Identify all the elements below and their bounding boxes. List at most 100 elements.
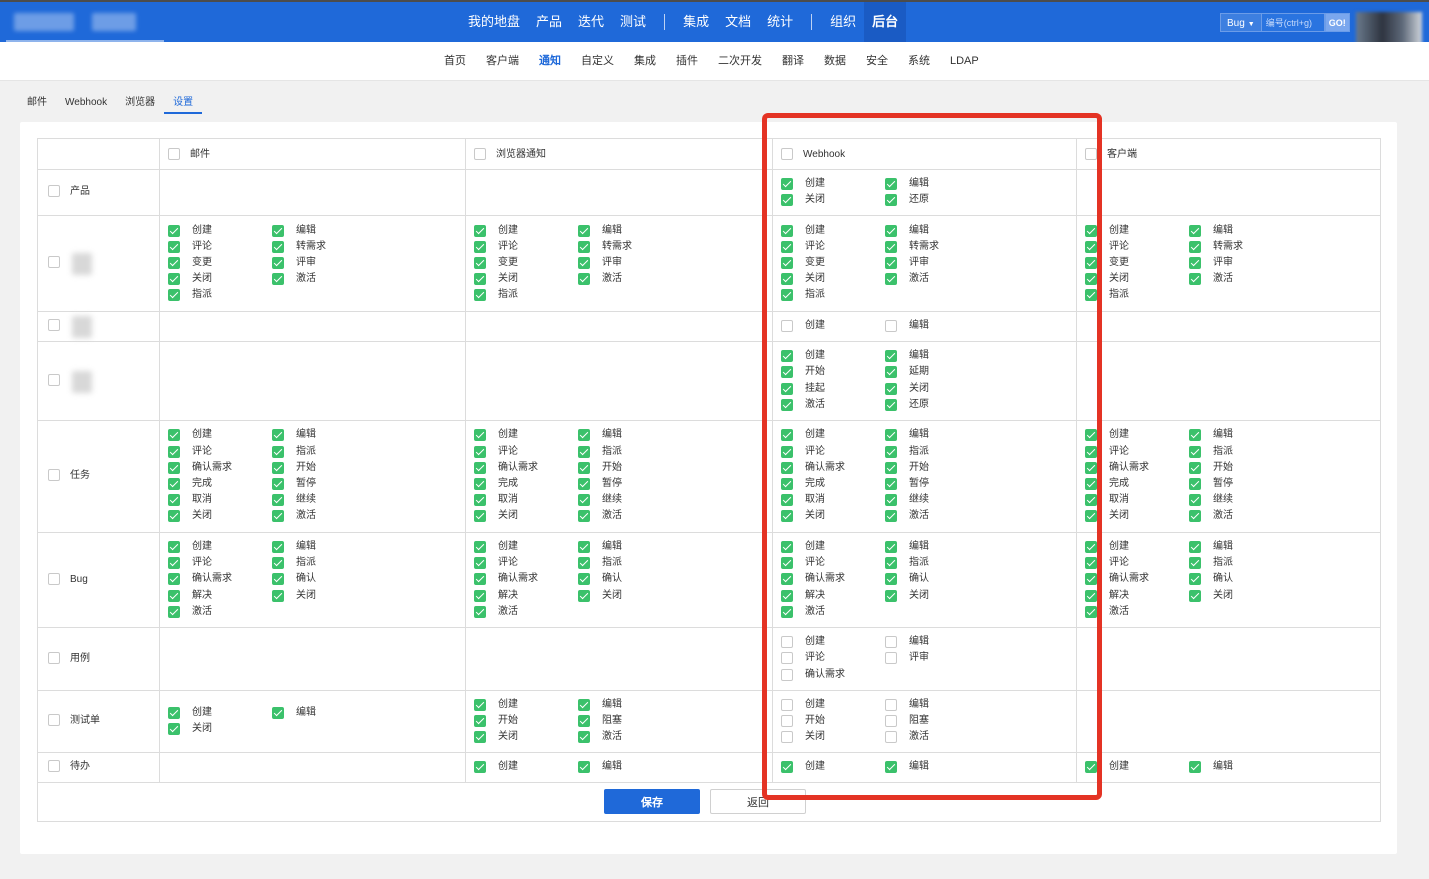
- subnav-item[interactable]: 集成: [624, 42, 666, 81]
- event-checkbox[interactable]: [168, 273, 180, 286]
- event-checkbox[interactable]: [474, 240, 486, 253]
- search-input[interactable]: [1260, 13, 1325, 32]
- event-checkbox[interactable]: [781, 194, 793, 206]
- event-checkbox[interactable]: [781, 461, 793, 474]
- event-checkbox[interactable]: [272, 494, 284, 507]
- event-checkbox[interactable]: [1189, 273, 1201, 286]
- event-checkbox[interactable]: [272, 510, 284, 523]
- event-checkbox[interactable]: [781, 398, 793, 411]
- event-checkbox[interactable]: [168, 494, 180, 507]
- event-checkbox[interactable]: [578, 731, 590, 744]
- event-checkbox[interactable]: [885, 224, 897, 237]
- company-logo[interactable]: [6, 4, 164, 42]
- event-checkbox[interactable]: [474, 224, 486, 237]
- event-checkbox[interactable]: [885, 194, 897, 206]
- event-checkbox[interactable]: [885, 760, 897, 773]
- event-checkbox[interactable]: [1189, 224, 1201, 237]
- event-checkbox[interactable]: [885, 714, 897, 727]
- event-checkbox[interactable]: [272, 256, 284, 269]
- event-checkbox[interactable]: [168, 605, 180, 618]
- event-checkbox[interactable]: [168, 429, 180, 442]
- event-checkbox[interactable]: [781, 668, 793, 681]
- event-checkbox[interactable]: [781, 289, 793, 302]
- row-select-all-checkbox[interactable]: [48, 185, 60, 197]
- event-checkbox[interactable]: [168, 706, 180, 719]
- event-checkbox[interactable]: [1189, 541, 1201, 553]
- event-checkbox[interactable]: [1189, 461, 1201, 474]
- event-checkbox[interactable]: [781, 177, 793, 190]
- event-checkbox[interactable]: [578, 760, 590, 773]
- event-checkbox[interactable]: [272, 429, 284, 442]
- event-checkbox[interactable]: [885, 350, 897, 363]
- event-checkbox[interactable]: [781, 494, 793, 507]
- event-checkbox[interactable]: [272, 557, 284, 570]
- save-button[interactable]: 保存: [604, 789, 700, 814]
- nav-item[interactable]: 统计: [759, 2, 801, 42]
- row-select-all-checkbox[interactable]: [48, 256, 60, 268]
- event-checkbox[interactable]: [272, 589, 284, 602]
- event-checkbox[interactable]: [781, 760, 793, 773]
- event-checkbox[interactable]: [1085, 256, 1097, 269]
- event-checkbox[interactable]: [1189, 557, 1201, 570]
- event-checkbox[interactable]: [885, 398, 897, 411]
- event-checkbox[interactable]: [885, 256, 897, 269]
- event-checkbox[interactable]: [1085, 429, 1097, 442]
- subnav-item[interactable]: 数据: [814, 42, 856, 81]
- row-select-all-checkbox[interactable]: [48, 319, 60, 331]
- event-checkbox[interactable]: [1189, 760, 1201, 773]
- row-select-all-checkbox[interactable]: [48, 651, 60, 664]
- event-checkbox[interactable]: [885, 382, 897, 395]
- event-checkbox[interactable]: [474, 273, 486, 286]
- event-checkbox[interactable]: [885, 510, 897, 523]
- event-checkbox[interactable]: [781, 366, 793, 379]
- event-checkbox[interactable]: [1189, 573, 1201, 586]
- event-checkbox[interactable]: [781, 240, 793, 253]
- event-checkbox[interactable]: [1085, 605, 1097, 618]
- event-checkbox[interactable]: [272, 240, 284, 253]
- event-checkbox[interactable]: [474, 289, 486, 302]
- event-checkbox[interactable]: [272, 706, 284, 719]
- event-checkbox[interactable]: [1085, 494, 1097, 507]
- event-checkbox[interactable]: [168, 478, 180, 490]
- event-checkbox[interactable]: [885, 240, 897, 253]
- event-checkbox[interactable]: [578, 714, 590, 727]
- nav-item[interactable]: 组织: [822, 2, 864, 42]
- event-checkbox[interactable]: [1085, 541, 1097, 553]
- row-select-all-checkbox[interactable]: [48, 469, 60, 481]
- event-checkbox[interactable]: [168, 240, 180, 253]
- event-checkbox[interactable]: [272, 573, 284, 586]
- event-checkbox[interactable]: [1189, 240, 1201, 253]
- event-checkbox[interactable]: [1189, 589, 1201, 602]
- event-checkbox[interactable]: [168, 723, 180, 735]
- event-checkbox[interactable]: [168, 573, 180, 586]
- event-checkbox[interactable]: [885, 731, 897, 744]
- event-checkbox[interactable]: [578, 557, 590, 570]
- event-checkbox[interactable]: [885, 494, 897, 507]
- event-checkbox[interactable]: [781, 429, 793, 442]
- event-checkbox[interactable]: [781, 224, 793, 237]
- event-checkbox[interactable]: [578, 510, 590, 523]
- event-checkbox[interactable]: [168, 461, 180, 474]
- event-checkbox[interactable]: [781, 557, 793, 570]
- event-checkbox[interactable]: [781, 350, 793, 363]
- event-checkbox[interactable]: [578, 429, 590, 442]
- event-checkbox[interactable]: [885, 573, 897, 586]
- event-checkbox[interactable]: [168, 541, 180, 553]
- row-select-all-checkbox[interactable]: [48, 572, 60, 585]
- event-checkbox[interactable]: [272, 224, 284, 237]
- event-checkbox[interactable]: [168, 445, 180, 458]
- event-checkbox[interactable]: [781, 478, 793, 490]
- event-checkbox[interactable]: [1189, 494, 1201, 507]
- event-checkbox[interactable]: [578, 273, 590, 286]
- row-select-all-checkbox[interactable]: [48, 760, 60, 772]
- event-checkbox[interactable]: [474, 573, 486, 586]
- nav-item[interactable]: 产品: [528, 2, 570, 42]
- event-checkbox[interactable]: [885, 478, 897, 490]
- event-checkbox[interactable]: [168, 557, 180, 570]
- event-checkbox[interactable]: [474, 494, 486, 507]
- event-checkbox[interactable]: [272, 478, 284, 490]
- event-checkbox[interactable]: [781, 731, 793, 744]
- event-checkbox[interactable]: [474, 698, 486, 711]
- subtab[interactable]: 浏览器: [116, 94, 164, 114]
- event-checkbox[interactable]: [474, 445, 486, 458]
